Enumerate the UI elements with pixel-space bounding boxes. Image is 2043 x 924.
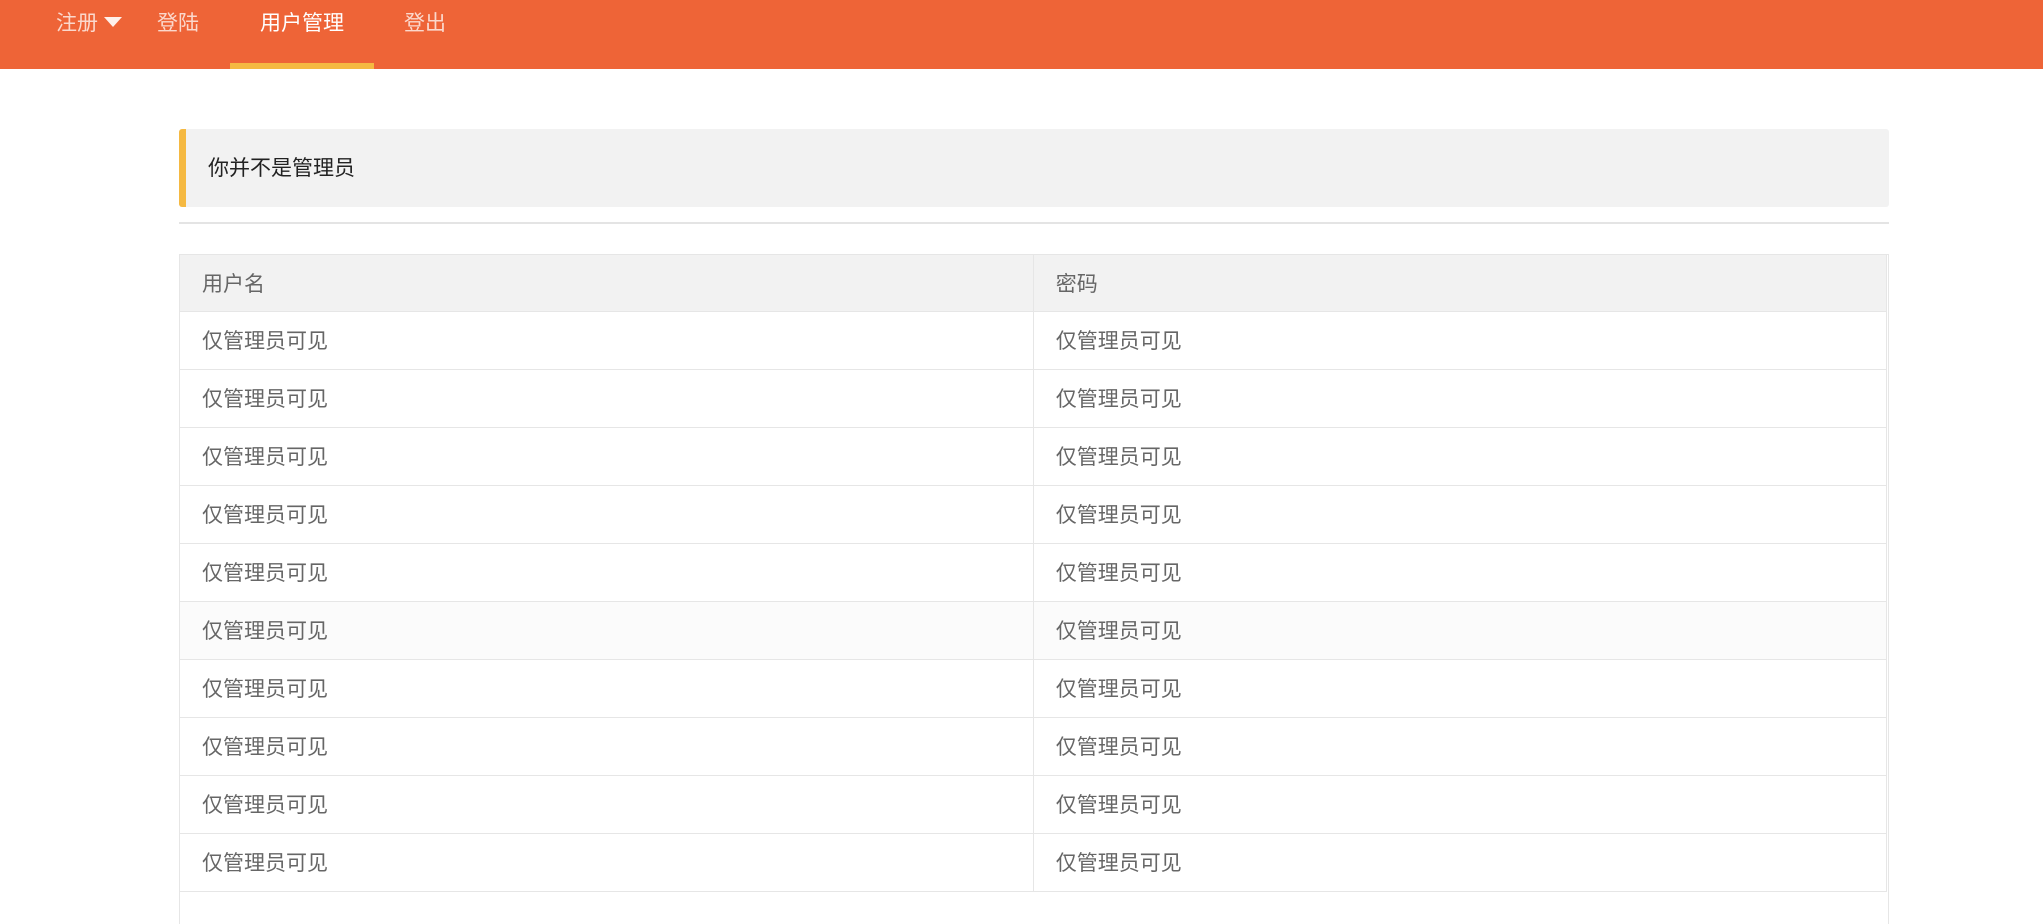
nav-item-logout-label: 登出 (404, 11, 446, 35)
table-row: 仅管理员可见 仅管理员可见 (180, 716, 1888, 776)
password-cell: 仅管理员可见 (1032, 716, 1888, 776)
username-cell: 仅管理员可见 (180, 426, 1034, 486)
password-cell: 仅管理员可见 (1032, 832, 1888, 892)
chevron-down-icon[interactable] (104, 17, 122, 27)
username-cell: 仅管理员可见 (180, 774, 1034, 834)
table-row: 仅管理员可见 仅管理员可见 (180, 426, 1888, 486)
nav-item-user-management[interactable]: 用户管理 (230, 0, 374, 69)
table-row: 仅管理员可见 仅管理员可见 (180, 658, 1888, 718)
table-row: 仅管理员可见 仅管理员可见 (180, 484, 1888, 544)
password-cell: 仅管理员可见 (1032, 484, 1888, 544)
username-cell: 仅管理员可见 (180, 716, 1034, 776)
username-cell: 仅管理员可见 (180, 600, 1034, 660)
top-navbar: 注册 登陆 用户管理 登出 (0, 0, 2043, 69)
password-cell: 仅管理员可见 (1032, 542, 1888, 602)
column-header-username: 用户名 (180, 255, 1034, 312)
column-header-password: 密码 (1032, 255, 1888, 312)
divider (179, 222, 1889, 224)
nav-item-login[interactable]: 登陆 (157, 0, 199, 69)
table-row: 仅管理员可见 仅管理员可见 (180, 832, 1888, 892)
username-cell: 仅管理员可见 (180, 368, 1034, 428)
nav-item-register-label: 注册 (56, 11, 98, 35)
nav-item-user-management-label: 用户管理 (260, 11, 344, 35)
password-cell: 仅管理员可见 (1032, 310, 1888, 370)
password-cell: 仅管理员可见 (1032, 658, 1888, 718)
active-tab-indicator (230, 63, 374, 69)
password-cell: 仅管理员可见 (1032, 774, 1888, 834)
notice-blockquote: 你并不是管理员 (179, 129, 1889, 207)
table-row: 仅管理员可见 仅管理员可见 (180, 600, 1888, 660)
user-table-container: 用户名 密码 仅管理员可见 仅管理员可见 仅管理员可见 仅管理员可见 仅管理员可… (179, 254, 1889, 924)
username-cell: 仅管理员可见 (180, 658, 1034, 718)
username-cell: 仅管理员可见 (180, 484, 1034, 544)
nav-item-login-label: 登陆 (157, 11, 199, 35)
password-cell: 仅管理员可见 (1032, 426, 1888, 486)
notice-message: 你并不是管理员 (208, 156, 355, 180)
table-row: 仅管理员可见 仅管理员可见 (180, 310, 1888, 370)
table-row: 仅管理员可见 仅管理员可见 (180, 774, 1888, 834)
username-cell: 仅管理员可见 (180, 542, 1034, 602)
table-header-row: 用户名 密码 (180, 255, 1888, 312)
nav-item-logout[interactable]: 登出 (404, 0, 446, 69)
username-cell: 仅管理员可见 (180, 832, 1034, 892)
nav-item-register[interactable]: 注册 (56, 0, 122, 69)
password-cell: 仅管理员可见 (1032, 368, 1888, 428)
user-table: 用户名 密码 仅管理员可见 仅管理员可见 仅管理员可见 仅管理员可见 仅管理员可… (180, 255, 1888, 892)
table-row: 仅管理员可见 仅管理员可见 (180, 542, 1888, 602)
password-cell: 仅管理员可见 (1032, 600, 1888, 660)
table-row: 仅管理员可见 仅管理员可见 (180, 368, 1888, 428)
username-cell: 仅管理员可见 (180, 310, 1034, 370)
